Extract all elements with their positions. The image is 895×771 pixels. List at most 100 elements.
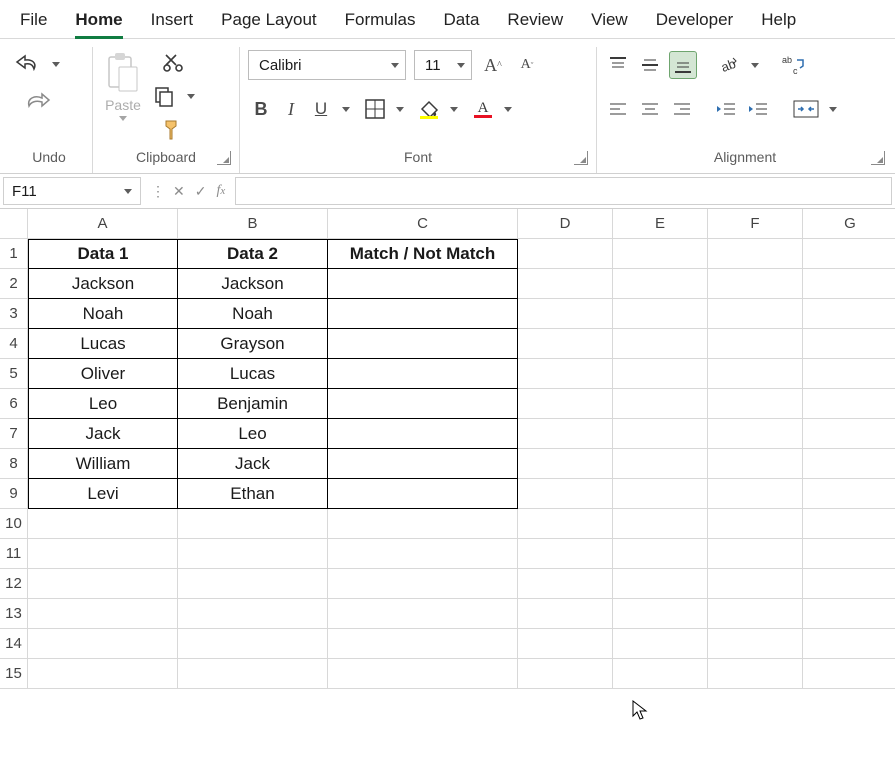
cancel-formula-button[interactable]: ✕: [173, 183, 185, 200]
cell[interactable]: Data 2: [178, 239, 328, 269]
cell[interactable]: [518, 599, 613, 629]
tab-help[interactable]: Help: [761, 10, 796, 30]
cell[interactable]: [708, 659, 803, 689]
row-header[interactable]: 13: [0, 599, 28, 629]
cell[interactable]: [518, 659, 613, 689]
cell[interactable]: [518, 299, 613, 329]
cell[interactable]: [708, 299, 803, 329]
cell[interactable]: [708, 419, 803, 449]
font-launcher[interactable]: [574, 151, 588, 165]
row-header[interactable]: 1: [0, 239, 28, 269]
cell[interactable]: [708, 359, 803, 389]
cell[interactable]: [708, 389, 803, 419]
paste-dropdown-icon[interactable]: [119, 116, 127, 121]
align-middle-button[interactable]: [637, 52, 663, 78]
cell[interactable]: [613, 389, 708, 419]
cell[interactable]: [708, 479, 803, 509]
cell[interactable]: [328, 629, 518, 659]
cell[interactable]: Noah: [28, 299, 178, 329]
col-header-D[interactable]: D: [518, 209, 613, 239]
cell[interactable]: [803, 449, 895, 479]
cell[interactable]: [613, 419, 708, 449]
cell[interactable]: [708, 449, 803, 479]
insert-function-button[interactable]: fx: [216, 183, 225, 199]
cell[interactable]: Lucas: [28, 329, 178, 359]
cell[interactable]: [518, 479, 613, 509]
cell[interactable]: [328, 389, 518, 419]
cell[interactable]: [328, 569, 518, 599]
cell[interactable]: Levi: [28, 479, 178, 509]
tab-page-layout[interactable]: Page Layout: [221, 10, 316, 30]
col-header-C[interactable]: C: [328, 209, 518, 239]
cell[interactable]: Lucas: [178, 359, 328, 389]
cell[interactable]: [803, 239, 895, 269]
cell[interactable]: [803, 419, 895, 449]
borders-button[interactable]: [362, 96, 388, 122]
cell[interactable]: Grayson: [178, 329, 328, 359]
cell[interactable]: [328, 449, 518, 479]
cell[interactable]: [613, 479, 708, 509]
decrease-font-size-button[interactable]: Aˇ: [514, 52, 540, 78]
cell[interactable]: [328, 659, 518, 689]
row-header[interactable]: 3: [0, 299, 28, 329]
align-bottom-button[interactable]: [669, 51, 697, 79]
cell[interactable]: William: [28, 449, 178, 479]
cell[interactable]: [613, 599, 708, 629]
alignment-launcher[interactable]: [871, 151, 885, 165]
cell[interactable]: [328, 299, 518, 329]
cell[interactable]: [708, 509, 803, 539]
align-left-button[interactable]: [605, 96, 631, 122]
cell[interactable]: [613, 269, 708, 299]
merge-dropdown-icon[interactable]: [829, 107, 837, 112]
paste-button[interactable]: Paste: [101, 49, 145, 123]
cell[interactable]: Leo: [28, 389, 178, 419]
italic-button[interactable]: I: [278, 96, 304, 122]
undo-button[interactable]: [14, 51, 42, 77]
cell[interactable]: [178, 569, 328, 599]
cell[interactable]: [613, 509, 708, 539]
cell[interactable]: [803, 269, 895, 299]
clipboard-launcher[interactable]: [217, 151, 231, 165]
cell[interactable]: Jack: [28, 419, 178, 449]
cell[interactable]: Data 1: [28, 239, 178, 269]
cell[interactable]: [178, 509, 328, 539]
format-painter-button[interactable]: [160, 117, 186, 143]
increase-indent-button[interactable]: [745, 96, 771, 122]
cell[interactable]: [708, 239, 803, 269]
cell[interactable]: [613, 629, 708, 659]
row-header[interactable]: 8: [0, 449, 28, 479]
fill-color-button[interactable]: [416, 96, 442, 122]
bold-button[interactable]: B: [248, 96, 274, 122]
align-top-button[interactable]: [605, 52, 631, 78]
col-header-A[interactable]: A: [28, 209, 178, 239]
tab-home[interactable]: Home: [75, 10, 122, 39]
cell[interactable]: [613, 329, 708, 359]
row-header[interactable]: 4: [0, 329, 28, 359]
align-right-button[interactable]: [669, 96, 695, 122]
cell[interactable]: [518, 419, 613, 449]
cell[interactable]: [178, 629, 328, 659]
cell[interactable]: [613, 659, 708, 689]
cell[interactable]: [518, 329, 613, 359]
select-all-corner[interactable]: [0, 209, 28, 239]
undo-dropdown-icon[interactable]: [52, 62, 60, 67]
row-header[interactable]: 6: [0, 389, 28, 419]
formula-options-icon[interactable]: ⋮: [151, 183, 163, 200]
tab-insert[interactable]: Insert: [151, 10, 194, 30]
orientation-dropdown-icon[interactable]: [751, 63, 759, 68]
cell[interactable]: [803, 599, 895, 629]
cell[interactable]: [28, 539, 178, 569]
copy-button[interactable]: [151, 83, 177, 109]
row-header[interactable]: 9: [0, 479, 28, 509]
tab-data[interactable]: Data: [444, 10, 480, 30]
font-name-selector[interactable]: Calibri: [248, 50, 406, 80]
underline-button[interactable]: U: [308, 96, 334, 122]
decrease-indent-button[interactable]: [713, 96, 739, 122]
cell[interactable]: [28, 509, 178, 539]
cell[interactable]: [613, 359, 708, 389]
cell[interactable]: [518, 269, 613, 299]
cell[interactable]: [803, 359, 895, 389]
cell[interactable]: [518, 629, 613, 659]
enter-formula-button[interactable]: ✓: [195, 183, 207, 200]
cell[interactable]: [28, 629, 178, 659]
